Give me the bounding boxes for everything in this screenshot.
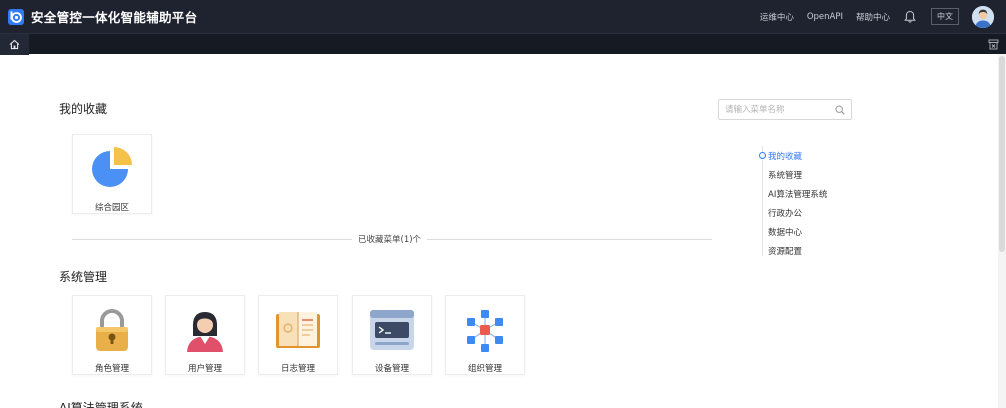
menu-card-label: 日志管理 [280, 364, 315, 374]
help-center-link[interactable]: 帮助中心 [856, 11, 890, 23]
main-content: 我的收藏 综合园区 已收藏菜单(1)个 系统管理 角色管理 用户管理 日志管理 … [0, 54, 998, 408]
home-tab[interactable] [0, 34, 29, 55]
menu-card-log[interactable]: 日志管理 [258, 295, 338, 375]
anchor-item-resources[interactable]: 资源配置 [768, 245, 802, 257]
menu-card-role[interactable]: 角色管理 [72, 295, 152, 375]
menu-search-input[interactable] [725, 103, 833, 117]
menu-card-label: 综合园区 [94, 203, 129, 213]
pie-chart-icon [92, 147, 132, 187]
bell-icon[interactable] [903, 10, 917, 24]
menu-card-org[interactable]: 组织管理 [445, 295, 525, 375]
anchor-active-dot [759, 152, 766, 159]
anchor-item-system[interactable]: 系统管理 [768, 169, 802, 181]
menu-card-user[interactable]: 用户管理 [165, 295, 245, 375]
top-nav: 运维中心 OpenAPI 帮助中心 中文 [760, 0, 1006, 33]
anchor-item-office[interactable]: 行政办公 [768, 207, 802, 219]
tab-strip [0, 33, 1006, 55]
user-icon [187, 312, 223, 352]
openapi-link[interactable]: OpenAPI [807, 12, 843, 22]
favorites-title: 我的收藏 [59, 102, 108, 116]
menu-card-campus[interactable]: 综合园区 [72, 134, 152, 214]
anchor-track [762, 146, 763, 256]
avatar[interactable] [972, 5, 994, 28]
org-cubes-icon [467, 310, 503, 352]
favorites-count: 已收藏菜单(1)个 [352, 233, 428, 245]
system-section-title: 系统管理 [59, 270, 108, 284]
menu-card-label: 角色管理 [94, 364, 129, 374]
device-icon [370, 310, 414, 350]
anchor-item-data-center[interactable]: 数据中心 [768, 226, 802, 238]
search-icon[interactable] [835, 105, 845, 115]
menu-card-label: 用户管理 [187, 364, 222, 374]
ai-section-title: AI算法管理系统 [59, 401, 143, 408]
user-avatar-icon [972, 5, 994, 28]
home-icon [9, 39, 20, 50]
log-book-icon [276, 312, 320, 348]
menu-card-label: 组织管理 [467, 364, 502, 374]
top-header: 安全管控一体化智能辅助平台 运维中心 OpenAPI 帮助中心 中文 [0, 0, 1006, 33]
lock-icon [96, 309, 128, 351]
ops-center-link[interactable]: 运维中心 [760, 11, 794, 23]
close-all-tabs-icon[interactable] [988, 39, 999, 50]
anchor-item-ai[interactable]: AI算法管理系统 [768, 188, 827, 200]
menu-card-label: 设备管理 [374, 364, 409, 374]
page-scrollbar-thumb[interactable] [999, 56, 1005, 252]
app-title: 安全管控一体化智能辅助平台 [31, 10, 198, 25]
menu-search [718, 99, 852, 120]
language-switch[interactable]: 中文 [931, 8, 959, 25]
brand[interactable]: 安全管控一体化智能辅助平台 [8, 7, 197, 26]
menu-card-device[interactable]: 设备管理 [352, 295, 432, 375]
anchor-item-favorites[interactable]: 我的收藏 [768, 150, 802, 162]
platform-logo-icon [8, 8, 24, 25]
